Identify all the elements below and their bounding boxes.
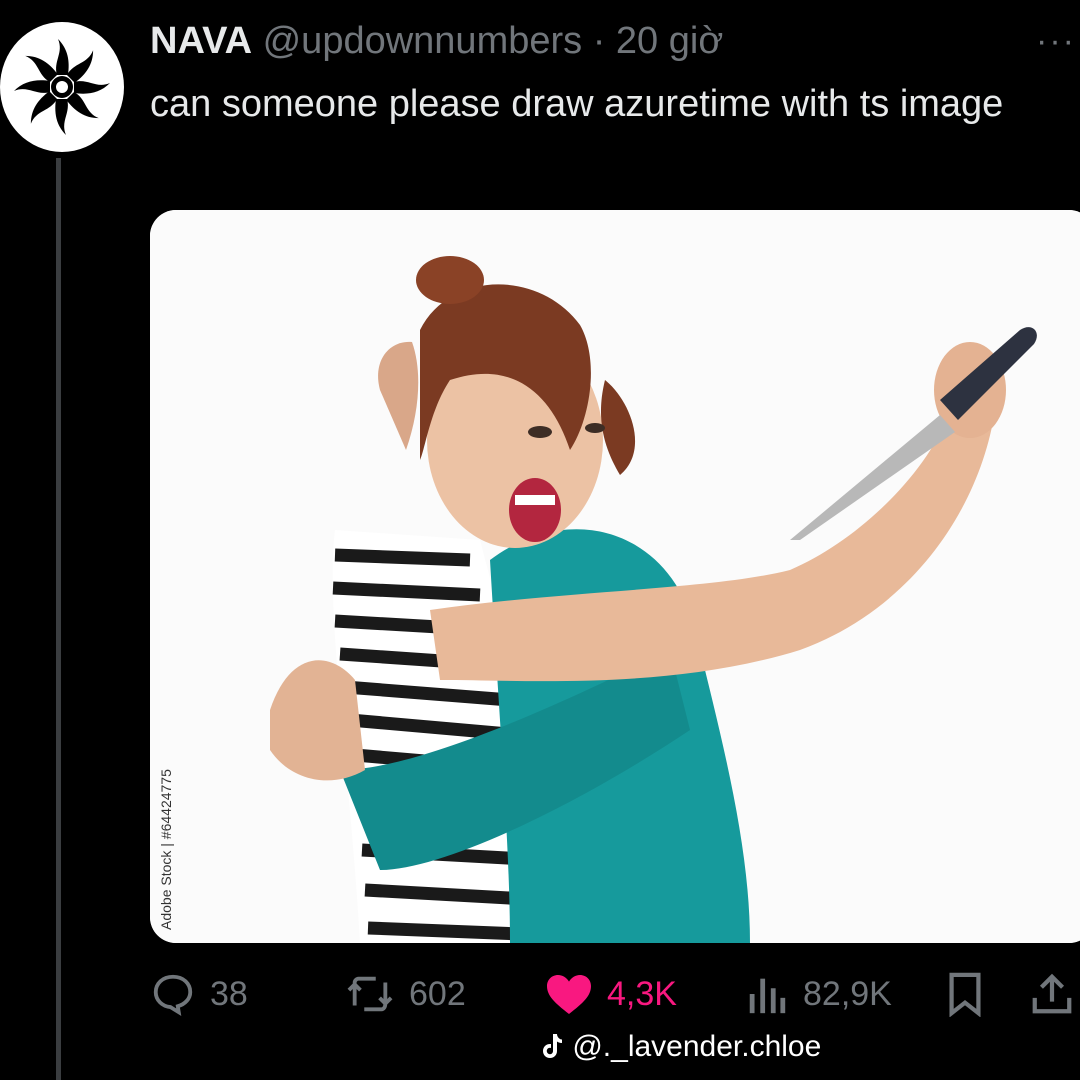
share-icon [1032, 973, 1072, 1014]
author-handle[interactable]: @updownnumbers [263, 20, 583, 62]
reply-icon [153, 974, 193, 1017]
heart-filled-icon [547, 975, 591, 1014]
tweet-media-image[interactable]: Adobe Stock | #64424775 [150, 210, 1080, 943]
action-bar: 38 602 4,3K 82,9K [150, 966, 1080, 1022]
more-options-icon[interactable]: ··· [1036, 22, 1076, 61]
photo-illustration [150, 210, 1080, 943]
thread-line [56, 158, 61, 1080]
sun-emblem-icon [14, 39, 110, 135]
avatar[interactable] [0, 22, 124, 152]
view-count: 82,9K [803, 974, 892, 1013]
tweet-text: can someone please draw azuretime with t… [150, 83, 1004, 125]
bookmark-button[interactable] [945, 966, 985, 1022]
tweet-header: NAVA @updownnumbers · 20 giờ [150, 18, 723, 64]
repost-icon [347, 976, 393, 1012]
reply-button[interactable]: 38 [150, 966, 248, 1022]
repost-count: 602 [409, 974, 466, 1013]
repost-button[interactable]: 602 [345, 966, 466, 1022]
reply-count: 38 [210, 974, 248, 1013]
tiktok-watermark: @._lavender.chloe [540, 1030, 821, 1064]
tweet[interactable]: NAVA @updownnumbers · 20 giờ ··· can som… [0, 0, 1080, 1080]
share-button[interactable] [1030, 966, 1074, 1022]
tiktok-handle: @._lavender.chloe [572, 1030, 822, 1063]
stock-watermark: Adobe Stock | #64424775 [158, 769, 174, 930]
like-count: 4,3K [607, 974, 677, 1013]
bookmark-icon [949, 972, 981, 1017]
timestamp[interactable]: 20 giờ [616, 20, 723, 62]
author-name[interactable]: NAVA [150, 20, 252, 62]
like-button[interactable]: 4,3K [545, 966, 677, 1022]
separator-dot: · [592, 20, 606, 62]
bar-chart-icon [749, 978, 786, 1014]
tiktok-icon [543, 1034, 562, 1058]
views-button[interactable]: 82,9K [745, 966, 892, 1022]
